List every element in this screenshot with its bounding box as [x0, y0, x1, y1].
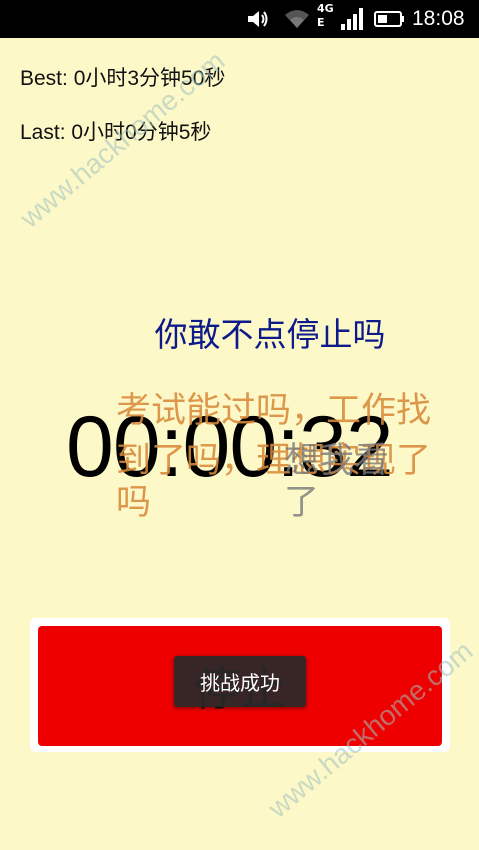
battery-icon — [374, 0, 406, 38]
wifi-icon — [283, 0, 313, 38]
status-bar: 4G E 18:08 — [0, 0, 479, 38]
challenge-prompt: 你敢不点停止吗 — [154, 315, 386, 354]
taunt-text-line1: 考试能过吗，工作找 — [116, 391, 432, 431]
taunt-gray-line2: 了 — [284, 483, 320, 523]
status-time: 18:08 — [412, 7, 465, 30]
taunt-gray-line1: 想我看 — [284, 441, 390, 481]
signal-icon: 4G E — [317, 0, 369, 38]
taunt-text-line3: 吗 — [116, 483, 152, 523]
success-toast: 挑战成功 — [174, 656, 306, 707]
volume-icon — [246, 0, 272, 38]
